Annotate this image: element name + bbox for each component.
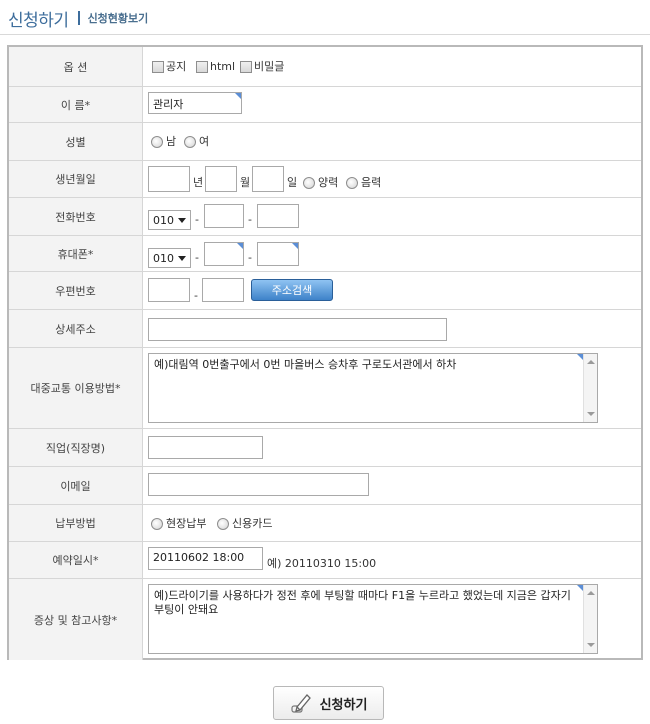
row-symptoms: 증상 및 참고사항* 예)드라이기를 사용하다가 정전 후에 부팅할 때마다 F… xyxy=(9,579,641,660)
label-email: 이메일 xyxy=(9,467,143,504)
row-phone: 전화번호 010 - - xyxy=(9,198,641,236)
email-input[interactable] xyxy=(148,473,369,496)
label-reservation: 예약일시* xyxy=(9,542,143,578)
row-job: 직업(직장명) xyxy=(9,429,641,467)
row-name: 이 름* 관리자 xyxy=(9,87,641,123)
month-unit: 월 xyxy=(240,176,251,189)
phone-last-input[interactable] xyxy=(257,204,299,228)
address-detail-input[interactable] xyxy=(148,318,447,341)
label-symptoms: 증상 및 참고사항* xyxy=(9,579,143,660)
year-unit: 년 xyxy=(193,176,204,189)
name-input[interactable]: 관리자 xyxy=(148,92,242,114)
row-mobile: 휴대폰* 010 - - xyxy=(9,236,641,272)
zipcode-dash: - xyxy=(194,289,198,302)
transit-text: 예)대림역 0번출구에서 0번 마을버스 승차후 구로도서관에서 하차 xyxy=(154,358,457,371)
phone-middle-input[interactable] xyxy=(204,204,244,228)
label-job: 직업(직장명) xyxy=(9,429,143,466)
mobile-dash-1: - xyxy=(195,251,199,264)
scroll-down-icon[interactable] xyxy=(587,412,595,416)
symptoms-text: 예)드라이기를 사용하다가 정전 후에 부팅할 때마다 F1을 누르라고 했었는… xyxy=(154,589,571,616)
label-mobile: 휴대폰* xyxy=(9,236,143,271)
address-search-button[interactable]: 주소검색 xyxy=(251,279,333,301)
notice-label: 공지 xyxy=(166,60,187,73)
scroll-up-icon[interactable] xyxy=(587,360,595,364)
phone-dash-2: - xyxy=(248,213,252,226)
gender-male-label: 남 xyxy=(166,135,177,148)
chevron-down-icon xyxy=(178,218,186,223)
birth-month-input[interactable] xyxy=(205,166,237,192)
page-header: 신청하기 신청현황보기 xyxy=(8,6,149,31)
payment-card-radio[interactable] xyxy=(217,518,229,530)
job-input[interactable] xyxy=(148,436,263,459)
label-transit: 대중교통 이용방법* xyxy=(9,348,143,428)
label-address: 상세주소 xyxy=(9,310,143,347)
solar-label: 양력 xyxy=(318,176,339,189)
lunar-label: 음력 xyxy=(361,176,382,189)
mobile-middle-input[interactable] xyxy=(204,242,244,266)
status-view-link[interactable]: 신청현황보기 xyxy=(88,10,149,26)
gender-female-radio[interactable] xyxy=(184,136,196,148)
symptoms-textarea[interactable]: 예)드라이기를 사용하다가 정전 후에 부팅할 때마다 F1을 누르라고 했었는… xyxy=(148,584,598,654)
symptoms-scrollbar[interactable] xyxy=(583,585,597,653)
mobile-prefix-select[interactable]: 010 xyxy=(148,248,191,268)
header-divider xyxy=(0,34,650,35)
row-options: 옵 션 공지 html 비밀글 xyxy=(9,47,641,87)
row-gender: 성별 남 여 xyxy=(9,123,641,161)
solar-radio[interactable] xyxy=(303,177,315,189)
transit-textarea[interactable]: 예)대림역 0번출구에서 0번 마을버스 승차후 구로도서관에서 하차 xyxy=(148,353,598,423)
row-birth: 생년월일 년 월 일 양력 음력 xyxy=(9,161,641,198)
label-payment: 납부방법 xyxy=(9,505,143,541)
label-options: 옵 션 xyxy=(9,47,143,86)
page-title: 신청하기 xyxy=(8,10,69,31)
row-email: 이메일 xyxy=(9,467,641,505)
payment-onsite-label: 현장납부 xyxy=(166,517,207,530)
row-transit: 대중교통 이용방법* 예)대림역 0번출구에서 0번 마을버스 승차후 구로도서… xyxy=(9,348,641,429)
secret-checkbox[interactable] xyxy=(240,61,252,73)
payment-onsite-radio[interactable] xyxy=(151,518,163,530)
zipcode-first-input[interactable] xyxy=(148,278,190,302)
label-name: 이 름* xyxy=(9,87,143,122)
application-form: 옵 션 공지 html 비밀글 이 름* 관리자 성별 남 여 생년월일 년 월… xyxy=(7,45,643,660)
phone-dash-1: - xyxy=(195,213,199,226)
day-unit: 일 xyxy=(287,176,298,189)
label-gender: 성별 xyxy=(9,123,143,160)
pencil-icon xyxy=(290,694,311,713)
reservation-input[interactable]: 20110602 18:00 xyxy=(148,547,263,570)
gender-female-label: 여 xyxy=(199,135,210,148)
row-payment: 납부방법 현장납부 신용카드 xyxy=(9,505,641,542)
payment-card-label: 신용카드 xyxy=(232,517,273,530)
html-label: html xyxy=(210,60,236,73)
row-address: 상세주소 xyxy=(9,310,641,348)
gender-male-radio[interactable] xyxy=(151,136,163,148)
row-zipcode: 우편번호 - 주소검색 xyxy=(9,272,641,310)
row-reservation: 예약일시* 20110602 18:00 예) 20110310 15:00 xyxy=(9,542,641,579)
transit-scrollbar[interactable] xyxy=(583,354,597,422)
birth-year-input[interactable] xyxy=(148,166,190,192)
lunar-radio[interactable] xyxy=(346,177,358,189)
title-divider xyxy=(77,11,80,25)
reservation-example: 예) 20110310 15:00 xyxy=(267,557,377,570)
submit-button[interactable]: 신청하기 xyxy=(273,686,384,720)
label-phone: 전화번호 xyxy=(9,198,143,235)
chevron-down-icon xyxy=(178,256,186,261)
zipcode-second-input[interactable] xyxy=(202,278,244,302)
scroll-up-icon[interactable] xyxy=(587,591,595,595)
html-checkbox[interactable] xyxy=(196,61,208,73)
label-birth: 생년월일 xyxy=(9,161,143,197)
label-zipcode: 우편번호 xyxy=(9,272,143,309)
notice-checkbox[interactable] xyxy=(152,61,164,73)
submit-label: 신청하기 xyxy=(319,697,368,713)
birth-day-input[interactable] xyxy=(252,166,284,192)
scroll-down-icon[interactable] xyxy=(587,643,595,647)
phone-prefix-select[interactable]: 010 xyxy=(148,210,191,230)
secret-label: 비밀글 xyxy=(254,60,285,73)
mobile-last-input[interactable] xyxy=(257,242,299,266)
mobile-dash-2: - xyxy=(248,251,252,264)
